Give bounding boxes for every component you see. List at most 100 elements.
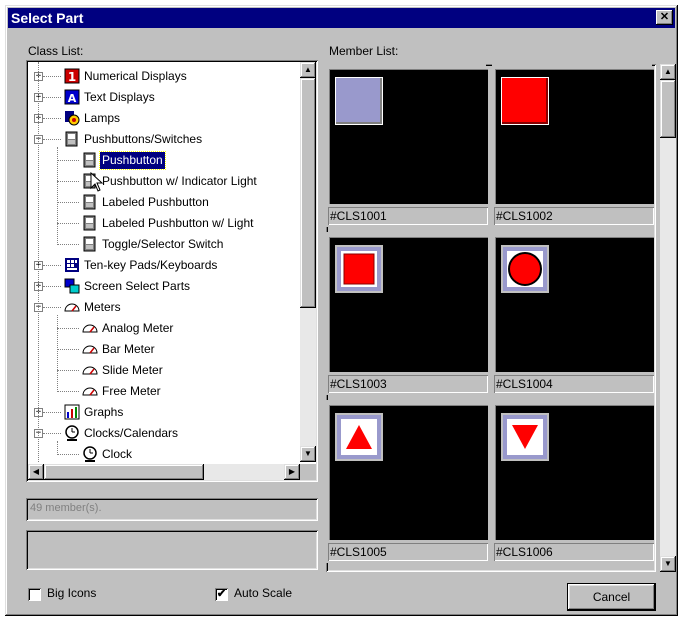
member-preview [495,405,654,540]
tree-item-label: Clock [102,447,133,461]
member-id-label: #CLS1001 [328,207,488,225]
member-count-field: 49 member(s). [26,498,318,521]
square-button-red-icon [501,77,549,128]
tree-item[interactable]: Slide Meter [28,360,300,381]
tree-horizontal-scrollbar[interactable]: ◀ ▶ [28,464,300,480]
tree-item[interactable]: + A Text Displays [28,87,300,108]
tree-item-label: Bar Meter [102,342,155,356]
tree-item-label: Meters [84,300,121,314]
pushbutton-icon [82,236,98,252]
class-list-items: +1 Numerical Displays + A Text Displays + Lamp… [28,62,300,462]
scroll-right-arrow-icon[interactable]: ▶ [284,464,300,480]
scroll-up-arrow-icon[interactable]: ▲ [300,62,316,78]
big-icons-label[interactable]: Big Icons [47,586,96,600]
text-display-icon: A [64,89,80,105]
tree-item[interactable]: Analog Meter [28,318,300,339]
tree-connector [43,118,61,119]
class-list-label: Class List: [28,44,84,58]
tree-item[interactable]: Toggle/Selector Switch [28,234,300,255]
member-item[interactable]: #CLS1004 [492,232,654,395]
tree-item[interactable]: − Clocks/Calendars [28,423,300,444]
svg-text:A: A [68,92,77,105]
tree-item-label: Graphs [84,405,124,419]
lamp-icon [64,110,80,126]
tree-connector [43,265,61,266]
tree-vertical-scrollbar[interactable]: ▲ ▼ [300,62,316,462]
tree-item[interactable]: + Graphs [28,402,300,423]
tree-item-label: Screen Select Parts [84,279,191,293]
member-preview [495,237,654,372]
tree-item[interactable]: − Meters [28,297,300,318]
big-icons-checkbox[interactable] [28,588,41,601]
close-button[interactable]: ✕ [656,10,673,25]
tree-connector [57,328,79,329]
tree-item-label: Labeled Pushbutton [102,195,209,209]
member-scroll-thumb[interactable] [660,80,676,138]
description-field [26,530,318,570]
tree-item[interactable]: + Screen Select Parts [28,276,300,297]
framed-up-triangle-icon [335,413,383,464]
member-scroll-up-icon[interactable]: ▲ [660,64,676,80]
tree-connector [57,181,79,182]
meter-icon [82,362,98,378]
tree-scroll-thumb[interactable] [300,78,316,308]
pushbutton-icon [82,194,98,210]
meter-icon [82,383,98,399]
tree-connector [43,97,61,98]
clock-icon [64,425,80,441]
tree-root-line [38,62,39,462]
tree-item[interactable]: + Ten-key Pads/Keyboards [28,255,300,276]
tree-item-label: Pushbutton w/ Indicator Light [102,174,257,188]
tree-item[interactable]: − Pushbuttons/Switches [28,129,300,150]
tree-item-label: Analog Meter [102,321,174,335]
tree-item[interactable]: Labeled Pushbutton [28,192,300,213]
keypad-icon [64,257,80,273]
tree-item-label: Pushbuttons/Switches [84,132,203,146]
member-list-label: Member List: [329,44,399,58]
tree-connector [43,139,61,140]
pushbutton-icon [64,131,80,147]
tree-branch-line [57,147,58,245]
member-item[interactable]: #CLS1001 [326,64,488,227]
scroll-down-arrow-icon[interactable]: ▼ [300,446,316,462]
numerical-display-icon: 1 [64,68,80,84]
meter-icon [64,299,80,315]
tree-item[interactable]: Pushbutton w/ Indicator Light [28,171,300,192]
tree-item[interactable]: + Lamps [28,108,300,129]
tree-item-label: Free Meter [102,384,161,398]
member-vertical-scrollbar[interactable]: ▲ ▼ [660,64,676,572]
member-scroll-down-icon[interactable]: ▼ [660,556,676,572]
tree-item[interactable]: +1 Numerical Displays [28,66,300,87]
auto-scale-checkbox[interactable]: ✔ [215,588,228,601]
tree-connector [57,454,79,455]
screen-select-icon [64,278,80,294]
square-button-lavender-icon [335,77,383,128]
class-list-tree[interactable]: +1 Numerical Displays + A Text Displays + Lamp… [26,60,318,482]
tree-connector [43,76,61,77]
tree-connector [57,223,79,224]
tree-item[interactable]: Free Meter [28,381,300,402]
member-item[interactable]: #CLS1006 [492,400,654,563]
meter-icon [82,341,98,357]
tree-item-label: Labeled Pushbutton w/ Light [102,216,254,230]
member-item[interactable]: #CLS1003 [326,232,488,395]
cancel-button[interactable]: Cancel [568,584,655,610]
tree-item-label: Pushbutton [99,151,166,170]
tree-item-label: Numerical Displays [84,69,187,83]
clock-icon [82,446,98,462]
tree-item[interactable]: Pushbutton [28,150,300,171]
member-item[interactable]: #CLS1002 [492,64,654,227]
svg-text:1: 1 [68,70,76,84]
member-item[interactable]: #CLS1005 [326,400,488,563]
tree-item[interactable]: Labeled Pushbutton w/ Light [28,213,300,234]
tree-connector [43,307,61,308]
tree-item[interactable]: Bar Meter [28,339,300,360]
tree-connector [57,202,79,203]
scroll-left-arrow-icon[interactable]: ◀ [28,464,44,480]
tree-item[interactable]: Clock [28,444,300,462]
tree-hscroll-thumb[interactable] [44,464,204,480]
graph-icon [64,404,80,420]
member-list-grid[interactable]: #CLS1001 #CLS1002 #CLS1003 #CLS1004 #CLS1005… [326,64,656,572]
auto-scale-label[interactable]: Auto Scale [234,586,292,600]
window-title: Select Part [11,10,84,26]
